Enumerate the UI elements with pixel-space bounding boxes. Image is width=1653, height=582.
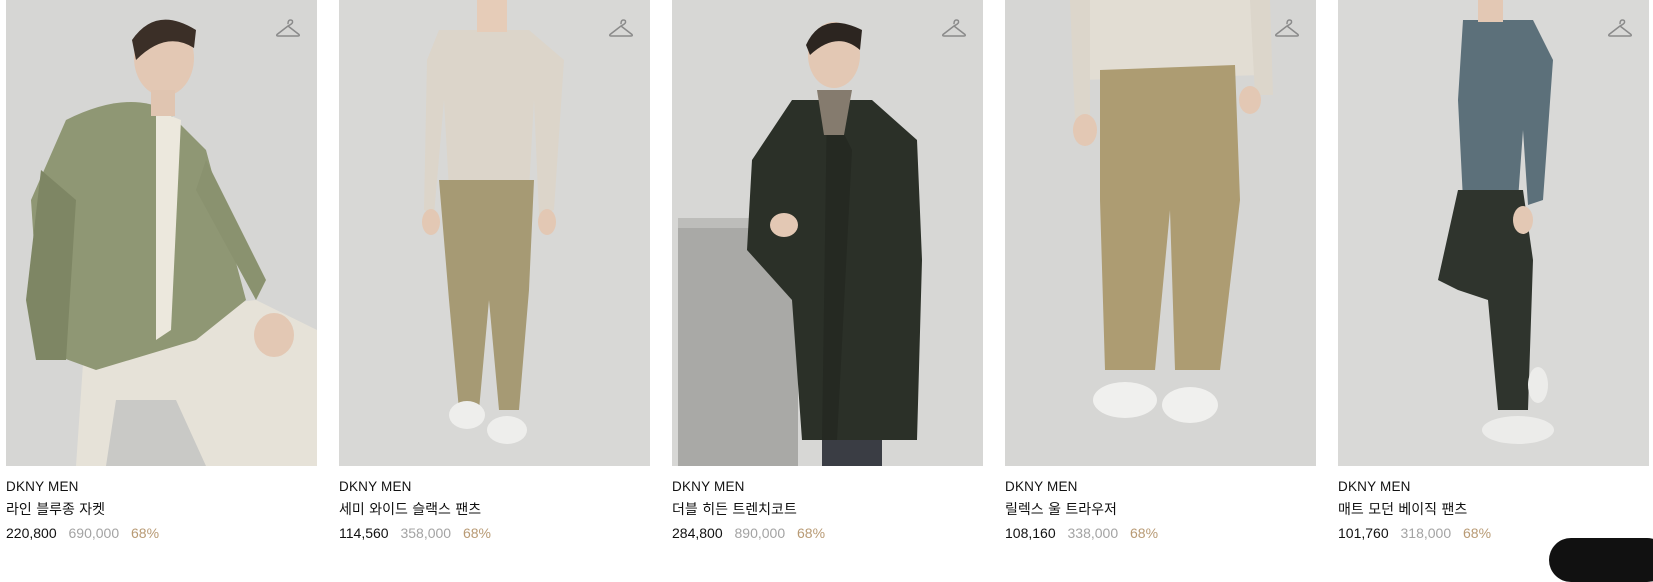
discount-rate: 68%	[1463, 525, 1492, 541]
original-price: 358,000	[400, 525, 452, 541]
product-photo	[672, 0, 983, 466]
floating-action-button[interactable]	[1549, 538, 1653, 582]
product-photo	[1338, 0, 1649, 466]
hanger-icon[interactable]	[941, 18, 967, 40]
hanger-icon[interactable]	[608, 18, 634, 40]
price-row: 284,800 890,000 68%	[672, 525, 983, 542]
product-card[interactable]: DKNY MEN 라인 블루종 자켓 220,800 690,000 68%	[6, 0, 317, 542]
product-card[interactable]: DKNY MEN 릴렉스 울 트라우저 108,160 338,000 68%	[1005, 0, 1316, 542]
product-name[interactable]: 매트 모던 베이직 팬츠	[1338, 502, 1649, 519]
product-name[interactable]: 세미 와이드 슬랙스 팬츠	[339, 502, 650, 519]
product-image[interactable]	[6, 0, 317, 466]
product-photo	[339, 0, 650, 466]
product-image[interactable]	[339, 0, 650, 466]
product-card[interactable]: DKNY MEN 매트 모던 베이직 팬츠 101,760 318,000 68…	[1338, 0, 1649, 542]
brand-name: DKNY MEN	[339, 479, 412, 494]
price-row: 108,160 338,000 68%	[1005, 525, 1316, 542]
hanger-icon[interactable]	[1607, 18, 1633, 40]
product-name[interactable]: 릴렉스 울 트라우저	[1005, 502, 1316, 519]
product-image[interactable]	[1005, 0, 1316, 466]
discount-rate: 68%	[462, 525, 491, 541]
product-image[interactable]	[672, 0, 983, 466]
discount-rate: 68%	[797, 525, 826, 541]
sale-price: 220,800	[6, 525, 57, 541]
sale-price: 114,560	[339, 525, 389, 541]
product-card[interactable]: DKNY MEN 더블 히든 트렌치코트 284,800 890,000 68%	[672, 0, 983, 542]
product-image[interactable]	[1338, 0, 1649, 466]
sale-price: 108,160	[1005, 525, 1056, 541]
product-grid: DKNY MEN 라인 블루종 자켓 220,800 690,000 68% D…	[6, 0, 1653, 557]
brand-name: DKNY MEN	[1338, 479, 1411, 494]
discount-rate: 68%	[1130, 525, 1159, 541]
hanger-icon[interactable]	[1274, 18, 1300, 40]
product-photo	[1005, 0, 1316, 466]
hanger-icon[interactable]	[275, 18, 301, 40]
sale-price: 284,800	[672, 525, 723, 541]
brand-name: DKNY MEN	[672, 479, 745, 494]
product-name[interactable]: 더블 히든 트렌치코트	[672, 502, 983, 519]
product-photo	[6, 0, 317, 466]
price-row: 220,800 690,000 68%	[6, 525, 317, 542]
original-price: 890,000	[734, 525, 786, 541]
product-card[interactable]: DKNY MEN 세미 와이드 슬랙스 팬츠 114,560 358,000 6…	[339, 0, 650, 542]
brand-name: DKNY MEN	[1005, 479, 1078, 494]
original-price: 338,000	[1067, 525, 1119, 541]
brand-name: DKNY MEN	[6, 479, 79, 494]
discount-rate: 68%	[131, 525, 160, 541]
price-row: 114,560 358,000 68%	[339, 525, 650, 542]
original-price: 318,000	[1400, 525, 1452, 541]
product-name[interactable]: 라인 블루종 자켓	[6, 502, 317, 519]
original-price: 690,000	[68, 525, 120, 541]
sale-price: 101,760	[1338, 525, 1389, 541]
